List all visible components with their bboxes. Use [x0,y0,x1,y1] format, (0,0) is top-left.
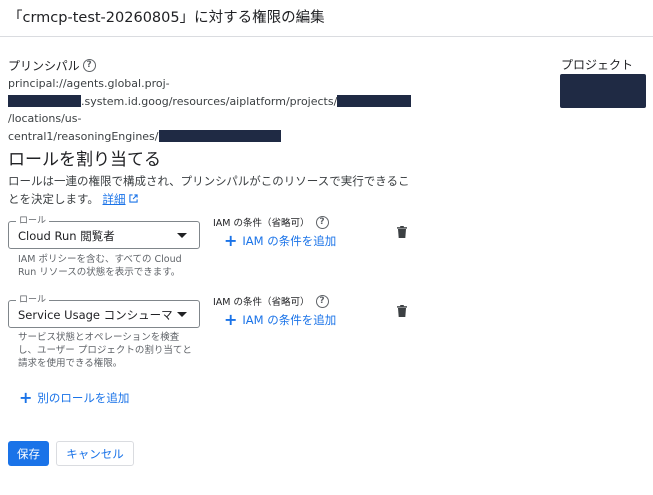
principal-identifier: principal://agents.global.proj- .system.… [8,75,478,145]
assign-roles-description: ロールは一連の権限で構成され、プリンシパルがこのリソースで実行できることを決定し… [8,172,418,208]
role-legend: ロール [16,294,50,306]
role-value: Cloud Run 閲覧者 [18,229,115,243]
principal-line2-end: /locations/us- [8,112,82,125]
role-select-1[interactable]: ロール Cloud Run 閲覧者 [8,215,200,249]
trash-icon[interactable] [395,304,409,318]
help-circle-icon[interactable]: ? [315,215,329,229]
help-circle-icon[interactable]: ? [82,59,96,72]
redacted-block [158,129,281,142]
description-text: ロールは一連の権限で構成され、プリンシパルがこのリソースで実行できることを決定し… [8,174,410,206]
role-helper-1: IAM ポリシーを含む、すべての Cloud Run リソースの状態を表示できま… [18,254,182,278]
principal-line3: central1/reasoningEngines/ [8,129,159,143]
add-condition-button-1[interactable]: + IAM の条件を追加 [224,233,336,249]
condition-label: IAM の条件（省略可） [213,218,310,229]
add-role-label: 別のロールを追加 [37,391,130,405]
help-circle-icon[interactable]: ? [315,294,329,308]
principal-label: プリンシパル [8,59,80,73]
principal-line2-mid: .system.id.goog/resources/aiplatform/pro… [81,94,338,108]
condition-label: IAM の条件（省略可） [213,297,310,308]
role-select-2[interactable]: ロール Service Usage コンシューマー [8,294,200,328]
add-condition-label: IAM の条件を追加 [242,313,337,327]
project-label: プロジェクト [561,58,634,72]
plus-icon: + [224,231,238,250]
redacted-block [337,94,412,107]
condition-label-row-1: IAM の条件（省略可） ? [213,215,329,229]
plus-icon: + [19,388,33,407]
dropdown-arrow-icon [177,312,187,317]
add-role-button[interactable]: + 別のロールを追加 [19,390,129,406]
role-helper-2: サービス状態とオペレーションを検査し、ユーザー プロジェクトの割り当てと請求を使… [18,332,192,369]
role-legend: ロール [16,215,50,227]
principal-label-row: プリンシパル ? [8,57,96,74]
project-redacted [560,74,646,108]
title-divider [0,36,653,37]
plus-icon: + [224,310,238,329]
save-button[interactable]: 保存 [8,441,49,466]
dropdown-arrow-icon [177,233,187,238]
cancel-button[interactable]: キャンセル [56,441,134,466]
details-link[interactable]: 詳細 [103,192,126,206]
external-link-icon [129,194,138,203]
role-value: Service Usage コンシューマー [18,308,173,322]
condition-label-row-2: IAM の条件（省略可） ? [213,294,329,308]
redacted-block [8,94,81,107]
trash-icon[interactable] [395,225,409,239]
add-condition-label: IAM の条件を追加 [242,234,337,248]
principal-line1: principal://agents.global.proj- [8,77,170,90]
add-condition-button-2[interactable]: + IAM の条件を追加 [224,312,336,328]
dialog-title: 「crmcp-test-20260805」に対する権限の編集 [8,10,325,26]
assign-roles-title: ロールを割り当てる [8,150,161,170]
